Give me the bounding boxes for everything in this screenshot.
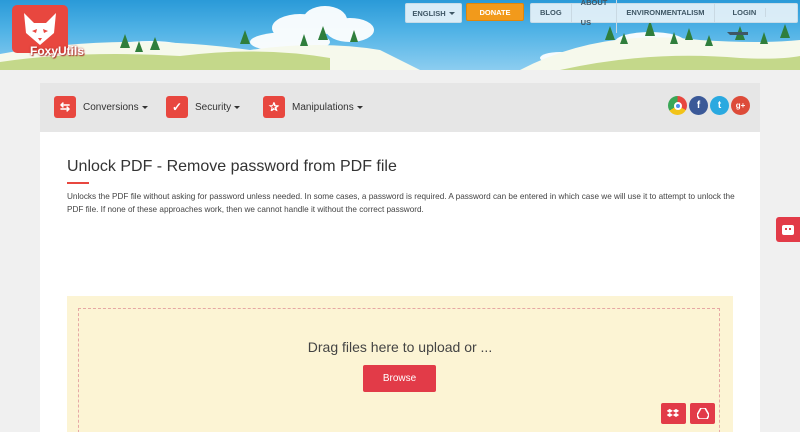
google-plus-icon[interactable]: g+ — [731, 96, 750, 115]
facebook-icon[interactable]: f — [689, 96, 708, 115]
chat-smile-icon — [782, 224, 794, 235]
conversions-menu[interactable]: ⇆ Conversions — [54, 96, 148, 118]
file-drop-zone[interactable] — [67, 296, 733, 432]
chevron-down-icon — [356, 105, 363, 109]
security-label: Security — [195, 101, 232, 113]
dropbox-icon[interactable] — [661, 403, 686, 424]
drop-prompt: Drag files here to upload or ... — [307, 339, 493, 355]
feedback-tab[interactable] — [776, 217, 800, 242]
page-description: Unlocks the PDF file without asking for … — [67, 192, 735, 214]
nav-about-link[interactable]: ABOUT US — [572, 0, 618, 33]
donate-label: DONATE — [479, 7, 511, 17]
title-underline — [67, 182, 89, 184]
chevron-down-icon — [448, 11, 455, 15]
conversions-label: Conversions — [83, 101, 139, 113]
convert-arrows-icon: ⇆ — [54, 96, 76, 118]
chevron-down-icon — [234, 105, 241, 109]
nav-blog-link[interactable]: BLOG — [531, 3, 572, 23]
top-menu: BLOG ABOUT US ENVIRONMENTALISM 👤 LOGIN — [530, 0, 798, 35]
security-menu[interactable]: ✓ Security — [166, 96, 241, 118]
twitter-icon[interactable]: t — [710, 96, 729, 115]
chevron-down-icon — [726, 31, 748, 35]
shield-check-icon: ✓ — [166, 96, 188, 118]
login-menu[interactable]: 👤 LOGIN — [715, 0, 797, 43]
manipulations-menu[interactable]: ✰ Manipulations — [263, 96, 363, 118]
donate-button[interactable]: DONATE — [466, 3, 524, 21]
chrome-icon[interactable] — [668, 96, 687, 115]
pdf-icon: ✰ — [263, 96, 285, 118]
manipulations-label: Manipulations — [292, 101, 354, 113]
header-banner: FoxyUtils ENGLISH DONATE BLOG ABOUT US E… — [0, 0, 800, 70]
chevron-down-icon — [141, 105, 148, 109]
language-label: ENGLISH — [412, 8, 446, 18]
logo-text: FoxyUtils — [30, 44, 85, 58]
language-selector[interactable]: ENGLISH — [405, 3, 462, 23]
page-title: Unlock PDF - Remove password from PDF fi… — [67, 158, 397, 175]
nav-environmentalism-link[interactable]: ENVIRONMENTALISM — [617, 3, 715, 23]
browse-button[interactable]: Browse — [363, 365, 436, 392]
foxyutils-logo[interactable]: FoxyUtils — [12, 5, 84, 61]
login-label: LOGIN — [723, 8, 767, 17]
google-drive-icon[interactable] — [690, 403, 715, 424]
tool-category-bar: ⇆ Conversions ✓ Security ✰ Manipulations… — [40, 83, 760, 132]
